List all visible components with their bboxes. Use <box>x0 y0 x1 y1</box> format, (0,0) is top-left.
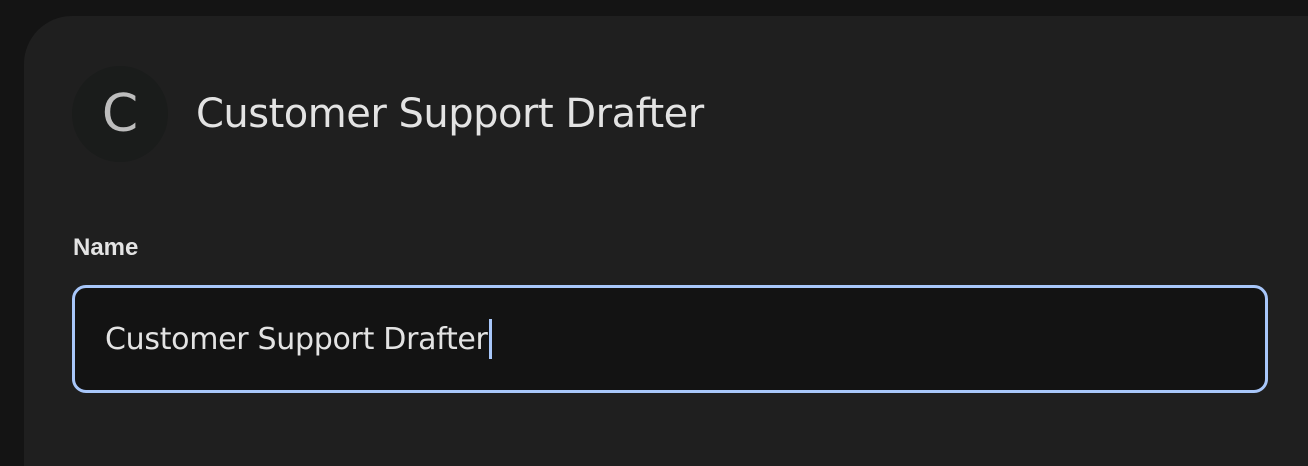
name-input[interactable]: Customer Support Drafter <box>72 285 1268 393</box>
name-field-label: Name <box>73 234 139 261</box>
page-title: Customer Support Drafter <box>196 91 704 137</box>
avatar: C <box>72 66 168 162</box>
editor-panel: C Customer Support Drafter Name Customer… <box>24 16 1308 466</box>
avatar-letter: C <box>101 84 139 144</box>
text-cursor <box>488 319 492 359</box>
gem-header: C Customer Support Drafter <box>72 66 704 162</box>
name-input-value[interactable]: Customer Support Drafter <box>105 322 488 357</box>
